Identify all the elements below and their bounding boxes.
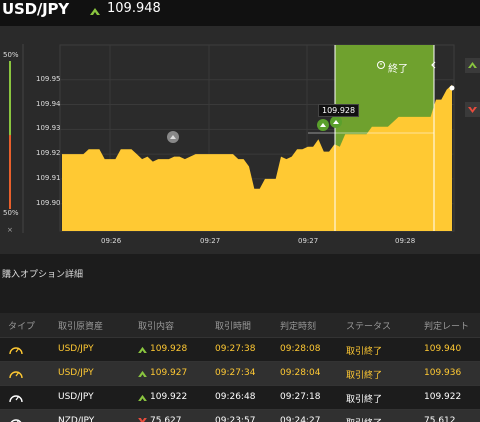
table-header: タイプ 取引原資産 取引内容 取引時間 判定時刻 ステータス 判定レート bbox=[0, 313, 480, 337]
gauge-icon bbox=[10, 419, 22, 422]
table-row[interactable]: USD/JPY 109.927 09:27:34 09:28:04 取引終了 109.93… bbox=[0, 361, 480, 385]
col-asset: 取引原資産 bbox=[58, 322, 104, 332]
gauge-close-icon[interactable]: × bbox=[7, 226, 13, 234]
judge-cell: 09:28:08 bbox=[280, 344, 321, 354]
time-cell: 09:27:38 bbox=[215, 344, 256, 354]
gauge-down-percent: 50% bbox=[3, 209, 19, 217]
table-row[interactable]: NZD/JPY 75.627 09:23:57 09:24:27 取引終了 75.612 bbox=[0, 409, 480, 422]
up-arrow-icon bbox=[138, 370, 147, 377]
time-cell: 09:23:57 bbox=[215, 416, 256, 422]
content-cell: 109.922 bbox=[138, 392, 187, 402]
table-row[interactable]: USD/JPY 109.928 09:27:38 09:28:08 取引終了 109.94… bbox=[0, 337, 480, 361]
asset-cell: USD/JPY bbox=[58, 344, 94, 354]
time-cell: 09:26:48 bbox=[215, 392, 256, 402]
end-button[interactable]: 終了 bbox=[376, 60, 408, 75]
col-status: ステータス bbox=[346, 322, 392, 332]
down-arrow-icon bbox=[468, 107, 477, 113]
judge-cell: 09:28:04 bbox=[280, 368, 321, 378]
col-content: 取引内容 bbox=[138, 322, 175, 332]
asset-cell: USD/JPY bbox=[58, 368, 94, 378]
rate-cell: 75.612 bbox=[424, 416, 456, 422]
y-tick-label: 109.92 bbox=[36, 149, 61, 158]
section-title: 購入オプション詳細 bbox=[2, 270, 84, 280]
col-judge: 判定時刻 bbox=[280, 322, 317, 332]
rate-cell: 109.940 bbox=[424, 344, 462, 354]
status-cell: 取引終了 bbox=[346, 371, 383, 381]
x-tick-label: 09:26 bbox=[101, 237, 122, 245]
up-trade-marker-1 bbox=[317, 119, 329, 131]
y-tick-label: 109.95 bbox=[36, 74, 61, 83]
y-tick-label: 109.94 bbox=[36, 99, 61, 108]
asset-cell: USD/JPY bbox=[58, 392, 94, 402]
judge-cell: 09:24:27 bbox=[280, 416, 321, 422]
content-value: 109.922 bbox=[150, 392, 188, 402]
up-arrow-icon bbox=[138, 346, 147, 353]
x-tick-label: 09:27 bbox=[298, 237, 319, 245]
up-arrow-icon bbox=[138, 394, 147, 401]
side-high-button[interactable] bbox=[465, 58, 480, 73]
gauge-icon bbox=[9, 371, 23, 379]
down-arrow-icon bbox=[138, 417, 147, 422]
past-trade-marker bbox=[167, 131, 179, 143]
col-type: タイプ bbox=[8, 322, 36, 332]
gauge-up-percent: 50% bbox=[3, 51, 19, 59]
judge-cell: 09:27:18 bbox=[280, 392, 321, 402]
col-time: 取引時間 bbox=[215, 322, 252, 332]
table-row[interactable]: USD/JPY 109.922 09:26:48 09:27:18 取引終了 109.92… bbox=[0, 385, 480, 409]
status-cell: 取引終了 bbox=[346, 395, 383, 405]
trade-history-table: タイプ 取引原資産 取引内容 取引時間 判定時刻 ステータス 判定レート USD… bbox=[0, 313, 480, 422]
content-cell: 109.927 bbox=[138, 368, 187, 378]
gauge-up-bar bbox=[9, 61, 11, 135]
y-tick-label: 109.90 bbox=[36, 198, 61, 207]
gauge-icon bbox=[9, 395, 23, 403]
gauge-down-bar bbox=[9, 135, 11, 209]
price-chart[interactable] bbox=[0, 0, 480, 260]
content-value: 75.627 bbox=[150, 416, 182, 422]
x-tick-label: 09:27 bbox=[200, 237, 221, 245]
content-cell: 109.928 bbox=[138, 344, 187, 354]
gauge-icon bbox=[9, 347, 23, 355]
content-value: 109.927 bbox=[150, 368, 188, 378]
time-cell: 09:27:34 bbox=[215, 368, 256, 378]
content-value: 109.928 bbox=[150, 344, 188, 354]
up-arrow-icon bbox=[468, 62, 477, 68]
y-tick-label: 109.93 bbox=[36, 124, 61, 133]
end-label: 終了 bbox=[388, 64, 408, 75]
rate-cell: 109.936 bbox=[424, 368, 462, 378]
rate-cell: 109.922 bbox=[424, 392, 462, 402]
y-tick-label: 109.91 bbox=[36, 173, 61, 182]
asset-cell: NZD/JPY bbox=[58, 416, 95, 422]
entry-price-tag: 109.928 bbox=[318, 104, 360, 117]
status-cell: 取引終了 bbox=[346, 347, 383, 357]
col-rate: 判定レート bbox=[424, 322, 470, 332]
side-low-button[interactable] bbox=[465, 102, 480, 117]
x-tick-label: 09:28 bbox=[395, 237, 416, 245]
status-cell: 取引終了 bbox=[346, 416, 382, 422]
current-price-dot bbox=[449, 85, 455, 91]
up-trade-marker-2 bbox=[330, 116, 342, 128]
content-cell: 75.627 bbox=[138, 416, 182, 422]
